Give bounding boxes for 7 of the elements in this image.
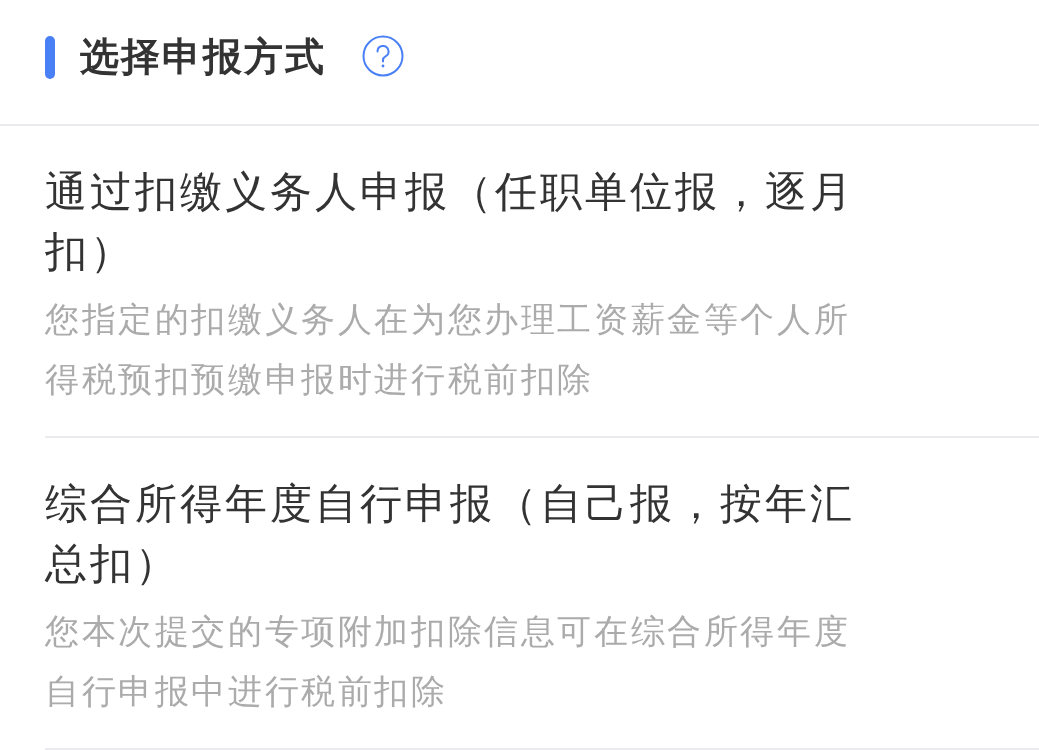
option-description: 您本次提交的专项附加扣除信息可在综合所得年度自行申报中进行税前扣除 xyxy=(45,610,852,713)
accent-bar xyxy=(45,35,55,79)
option-title[interactable]: 通过扣缴义务人申报（任职单位报，逐月扣） xyxy=(45,162,875,282)
section-title: 选择申报方式 xyxy=(80,33,326,81)
option-description: 您指定的扣缴义务人在为您办理工资薪金等个人所得税预扣预缴申报时进行税前扣除 xyxy=(45,298,852,401)
option-title[interactable]: 综合所得年度自行申报（自己报，按年汇总扣） xyxy=(45,474,875,594)
help-icon[interactable] xyxy=(362,35,404,77)
